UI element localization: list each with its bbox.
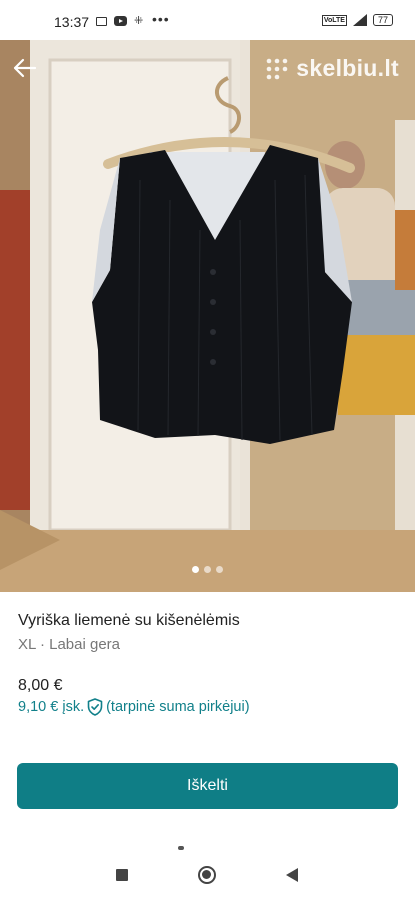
arrow-left-icon [13,58,37,78]
shield-check-icon [87,698,103,716]
pager-dot[interactable] [192,566,199,573]
vest-photo-illustration [0,40,415,592]
promote-button[interactable]: Iškelti [17,763,398,809]
pager-dot[interactable] [216,566,223,573]
back-triangle-icon[interactable] [286,868,298,882]
status-bar: 13:37 ⁜ ••• VoLTE 77 [0,0,415,40]
status-time: 13:37 [54,14,90,30]
signal-icon [352,14,367,26]
skelbiu-logo-icon [266,58,288,79]
listing-photo[interactable] [0,40,415,592]
content-peek [178,846,184,850]
home-icon[interactable] [198,866,216,884]
pager-dot[interactable] [204,566,211,573]
watermark: skelbiu.lt [264,55,399,82]
more-dots-icon: ••• [152,11,170,27]
youtube-icon [114,16,127,26]
back-button[interactable] [12,56,38,80]
notification-icons: ⁜ ••• [96,11,170,27]
listing-subtitle: XL · Labai gera [18,636,121,653]
price-including-fees[interactable]: 9,10 € įsk. (tarpinė suma pirkėjui) [18,698,250,716]
price-including-note: (tarpinė suma pirkėjui) [106,699,250,715]
volte-icon: VoLTE [321,14,347,26]
listing-title: Vyriška liemenė su kišenėlėmis [18,612,240,629]
system-nav-bar [0,852,415,900]
grid-icon: ⁜ [134,14,144,27]
price-including-amount: 9,10 € įsk. [18,699,85,715]
messages-icon [96,16,107,26]
watermark-text: skelbiu.lt [296,55,399,81]
recent-apps-icon[interactable] [116,869,128,881]
battery-icon: 77 [372,14,393,26]
listing-price: 8,00 € [18,677,63,694]
gallery-pager [0,566,415,573]
system-icons: VoLTE 77 [321,14,393,26]
